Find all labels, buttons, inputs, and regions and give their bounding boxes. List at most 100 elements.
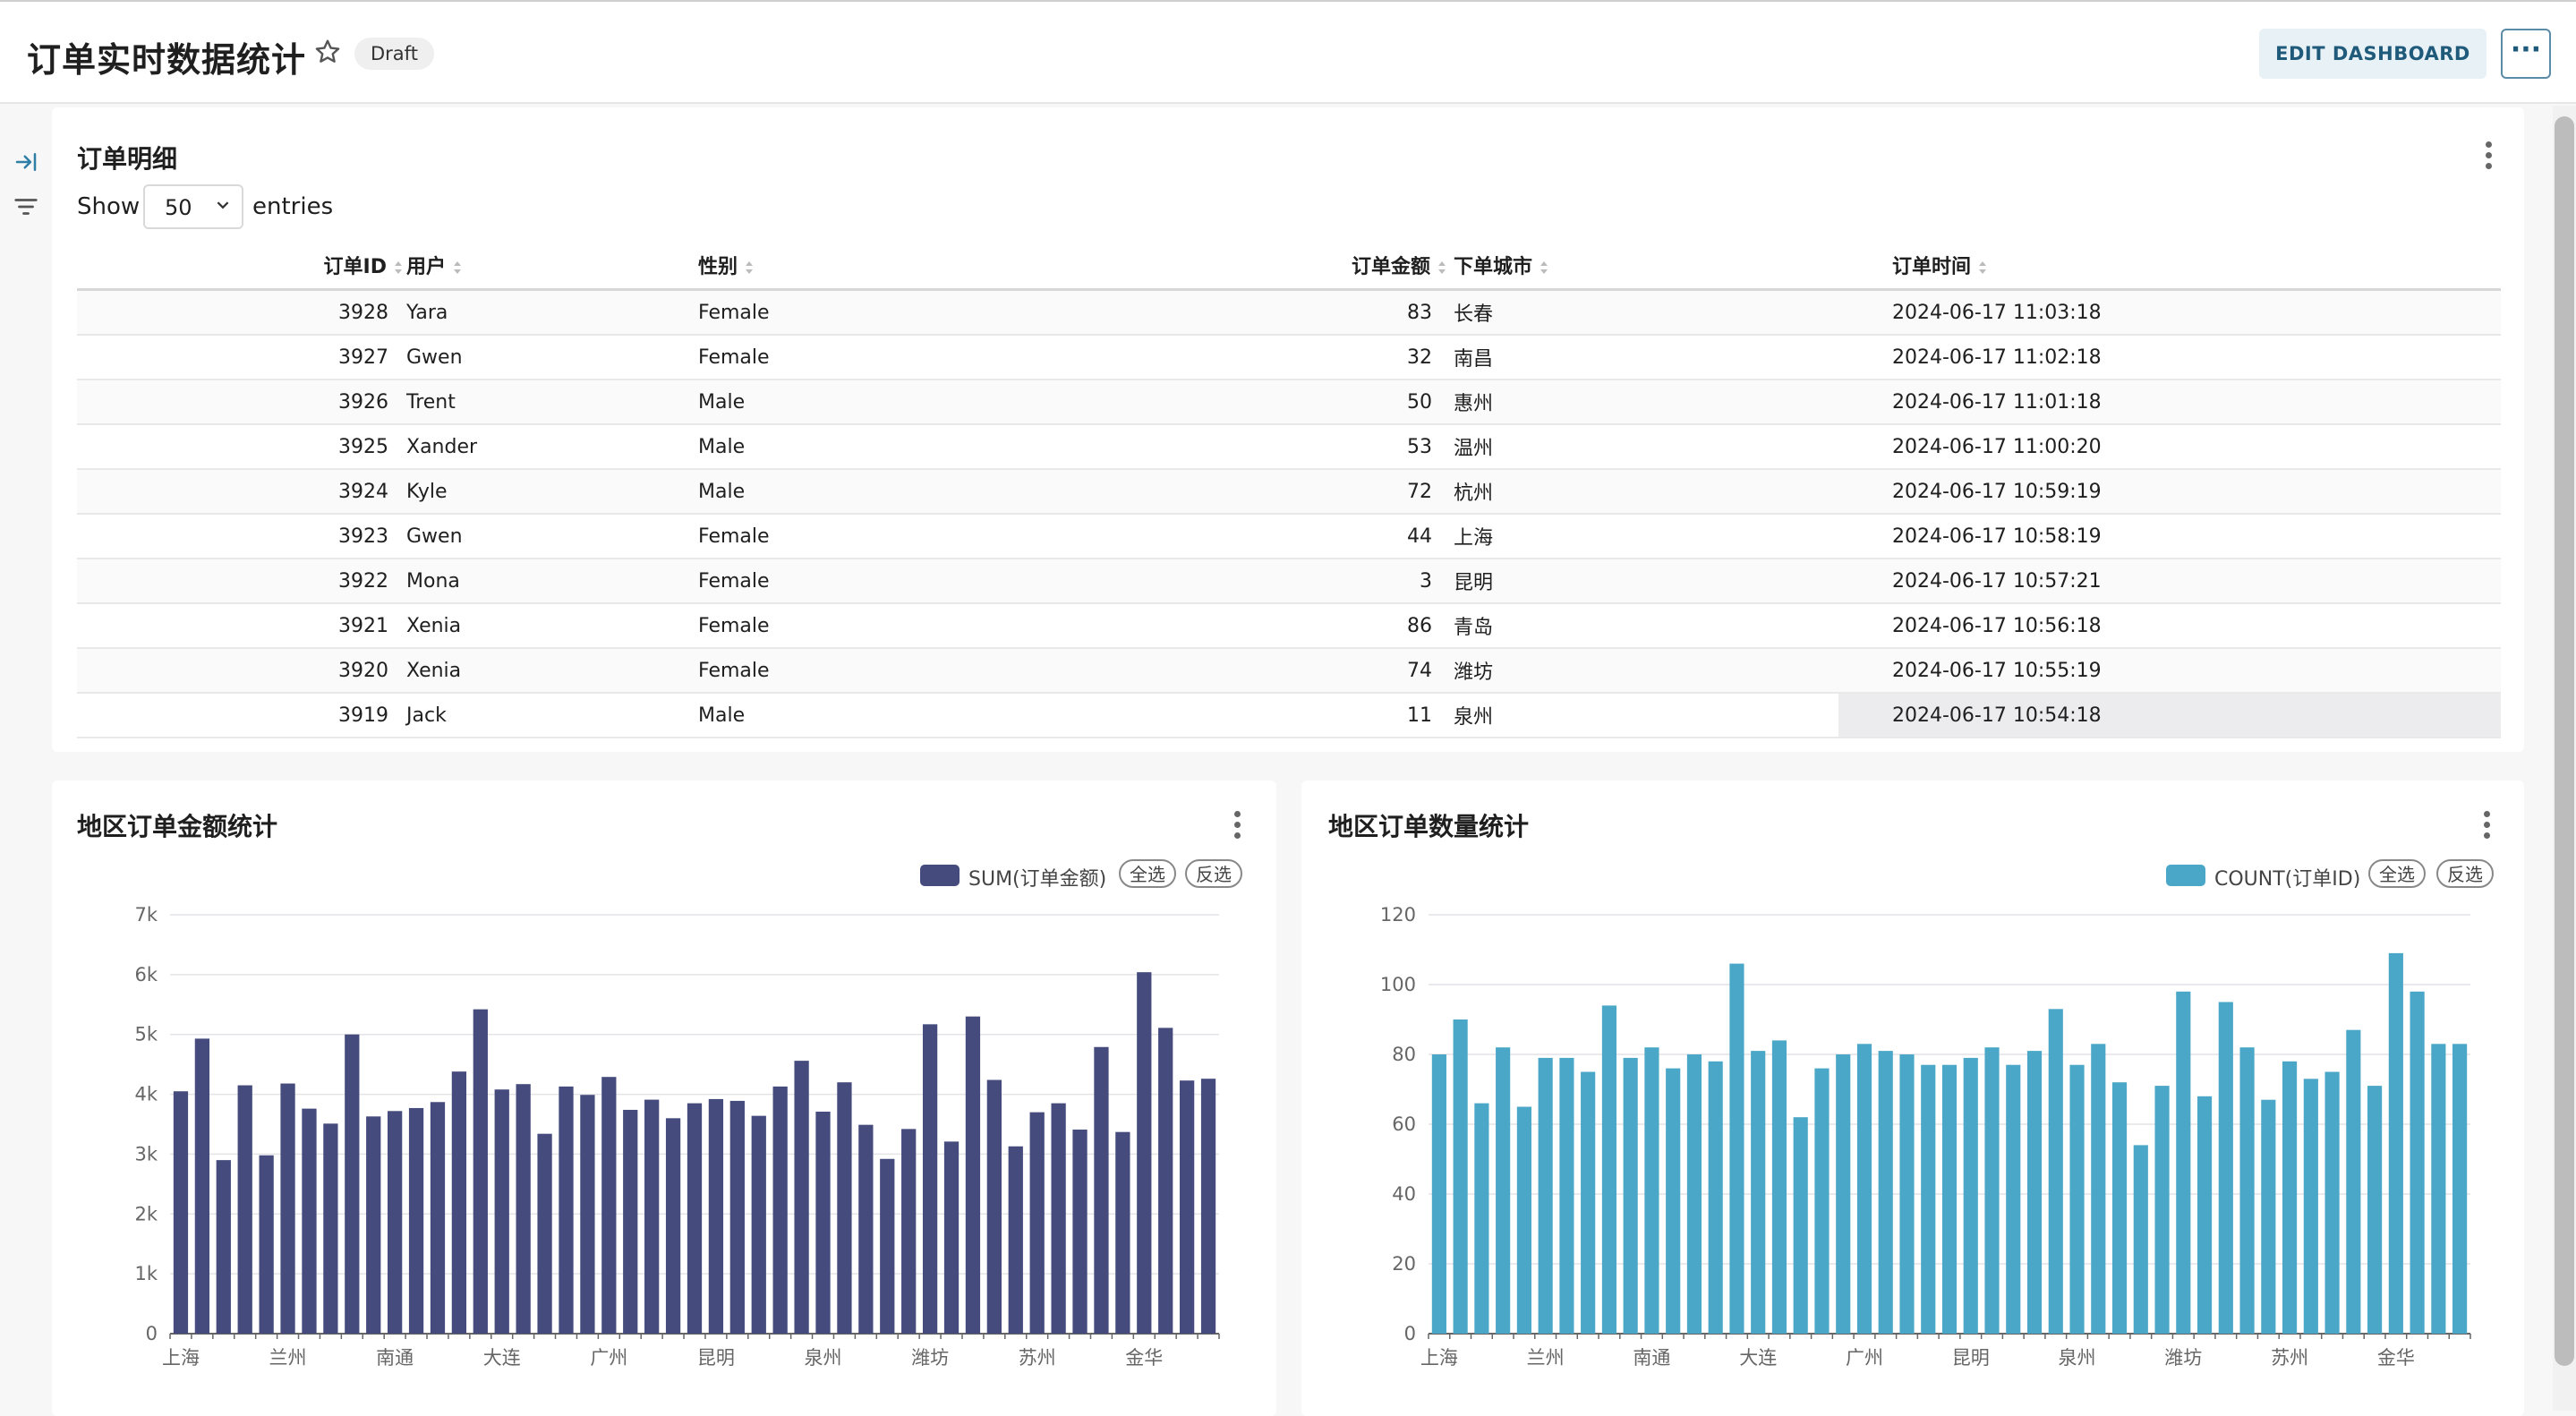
- bar[interactable]: [815, 1111, 831, 1334]
- bar[interactable]: [2346, 1029, 2361, 1334]
- bar[interactable]: [794, 1061, 809, 1334]
- col-amount-header[interactable]: 订单金额: [1056, 242, 1450, 291]
- bar[interactable]: [1686, 1054, 1702, 1334]
- bar[interactable]: [2006, 1064, 2021, 1334]
- bar[interactable]: [2239, 1047, 2255, 1334]
- bar[interactable]: [1623, 1057, 1638, 1334]
- bar[interactable]: [708, 1098, 724, 1334]
- table-row[interactable]: 3927 Gwen Female 32 南昌 2024-06-17 11:02:18: [77, 335, 2501, 380]
- col-user-header[interactable]: 用户: [406, 242, 698, 291]
- col-gender-header[interactable]: 性别: [698, 242, 1056, 291]
- scrollbar-thumb[interactable]: [2555, 116, 2574, 1366]
- bar[interactable]: [580, 1095, 595, 1334]
- expand-sidebar-icon[interactable]: [13, 149, 39, 175]
- bar[interactable]: [1538, 1057, 1553, 1334]
- bar[interactable]: [986, 1079, 1002, 1334]
- bar[interactable]: [1921, 1064, 1936, 1334]
- bar[interactable]: [1708, 1061, 1723, 1334]
- bar[interactable]: [751, 1115, 766, 1334]
- bar[interactable]: [2388, 952, 2403, 1334]
- bar[interactable]: [408, 1107, 424, 1334]
- select-all-button[interactable]: 全选: [1119, 859, 1176, 888]
- bar[interactable]: [1899, 1054, 1915, 1334]
- bar[interactable]: [1516, 1106, 1531, 1335]
- table-row[interactable]: 3919 Jack Male 11 泉州 2024-06-17 10:54:18: [77, 693, 2501, 738]
- bar[interactable]: [1984, 1047, 2000, 1334]
- bar[interactable]: [280, 1083, 295, 1334]
- bar[interactable]: [2196, 1096, 2213, 1334]
- bar[interactable]: [194, 1038, 210, 1334]
- table-row[interactable]: 3928 Yara Female 83 长春 2024-06-17 11:03:18: [77, 289, 2501, 336]
- table-row[interactable]: 3921 Xenia Female 86 青岛 2024-06-17 10:56:18: [77, 603, 2501, 649]
- bar[interactable]: [451, 1071, 467, 1334]
- col-order-id-header[interactable]: 订单ID: [77, 242, 406, 291]
- bar[interactable]: [2048, 1009, 2063, 1334]
- bar[interactable]: [1094, 1046, 1109, 1334]
- bar[interactable]: [1644, 1047, 1659, 1334]
- bar[interactable]: [2282, 1061, 2298, 1334]
- bar[interactable]: [1115, 1131, 1130, 1334]
- invert-select-button[interactable]: 反选: [1185, 859, 1242, 888]
- bar[interactable]: [1836, 1054, 1851, 1334]
- bar[interactable]: [1431, 1054, 1446, 1334]
- bar[interactable]: [1453, 1019, 1468, 1334]
- legend-swatch[interactable]: [920, 865, 960, 886]
- sort-icon[interactable]: [1978, 260, 1987, 275]
- bar[interactable]: [1963, 1057, 1978, 1334]
- favorite-star-icon[interactable]: [313, 38, 342, 66]
- sort-icon[interactable]: [394, 260, 403, 275]
- bar[interactable]: [259, 1155, 274, 1334]
- bar[interactable]: [1601, 1005, 1616, 1334]
- bar[interactable]: [837, 1082, 852, 1334]
- sort-icon[interactable]: [453, 260, 462, 275]
- sort-icon[interactable]: [745, 260, 754, 275]
- chart-menu-icon[interactable]: [1232, 811, 1242, 847]
- bar[interactable]: [1751, 1051, 1766, 1334]
- bar[interactable]: [901, 1129, 917, 1334]
- bar[interactable]: [173, 1091, 189, 1334]
- panel-menu-icon[interactable]: [2483, 141, 2494, 177]
- table-row[interactable]: 3925 Xander Male 53 温州 2024-06-17 11:00:20: [77, 424, 2501, 470]
- bar[interactable]: [665, 1118, 681, 1334]
- bar[interactable]: [644, 1099, 660, 1334]
- bar[interactable]: [237, 1085, 252, 1334]
- bar[interactable]: [345, 1034, 360, 1334]
- bar[interactable]: [1856, 1044, 1872, 1334]
- bar[interactable]: [1051, 1103, 1066, 1334]
- bar[interactable]: [2111, 1082, 2128, 1334]
- bar[interactable]: [366, 1116, 381, 1334]
- sort-icon[interactable]: [1540, 260, 1548, 275]
- bar[interactable]: [1878, 1051, 1893, 1334]
- bar[interactable]: [729, 1100, 745, 1334]
- bar[interactable]: [323, 1123, 338, 1334]
- bar[interactable]: [2261, 1099, 2276, 1334]
- bar[interactable]: [473, 1009, 488, 1334]
- bar[interactable]: [943, 1141, 960, 1334]
- bar[interactable]: [1581, 1071, 1596, 1335]
- bar[interactable]: [1771, 1040, 1787, 1334]
- bar[interactable]: [2091, 1044, 2106, 1334]
- bar[interactable]: [1200, 1079, 1216, 1334]
- bar[interactable]: [2410, 991, 2425, 1334]
- bar[interactable]: [772, 1086, 788, 1334]
- bar[interactable]: [2218, 1002, 2233, 1335]
- bar[interactable]: [1474, 1103, 1489, 1334]
- bar[interactable]: [1793, 1117, 1808, 1334]
- table-row[interactable]: 3923 Gwen Female 44 上海 2024-06-17 10:58:19: [77, 514, 2501, 559]
- edit-dashboard-button[interactable]: EDIT DASHBOARD: [2259, 29, 2486, 79]
- table-row[interactable]: 3926 Trent Male 50 惠州 2024-06-17 11:01:18: [77, 380, 2501, 425]
- bar[interactable]: [965, 1016, 981, 1334]
- bar[interactable]: [1496, 1047, 1511, 1334]
- bar[interactable]: [2452, 1044, 2468, 1334]
- bar[interactable]: [601, 1077, 617, 1334]
- invert-select-button[interactable]: 反选: [2436, 859, 2494, 888]
- bar[interactable]: [687, 1103, 703, 1334]
- bar[interactable]: [2324, 1071, 2340, 1335]
- col-city-header[interactable]: 下单城市: [1450, 242, 1838, 291]
- bar[interactable]: [2026, 1051, 2043, 1334]
- bar[interactable]: [880, 1158, 895, 1334]
- bar[interactable]: [302, 1108, 317, 1334]
- bar[interactable]: [2367, 1086, 2383, 1334]
- legend-swatch[interactable]: [2166, 865, 2205, 886]
- bar[interactable]: [494, 1089, 509, 1334]
